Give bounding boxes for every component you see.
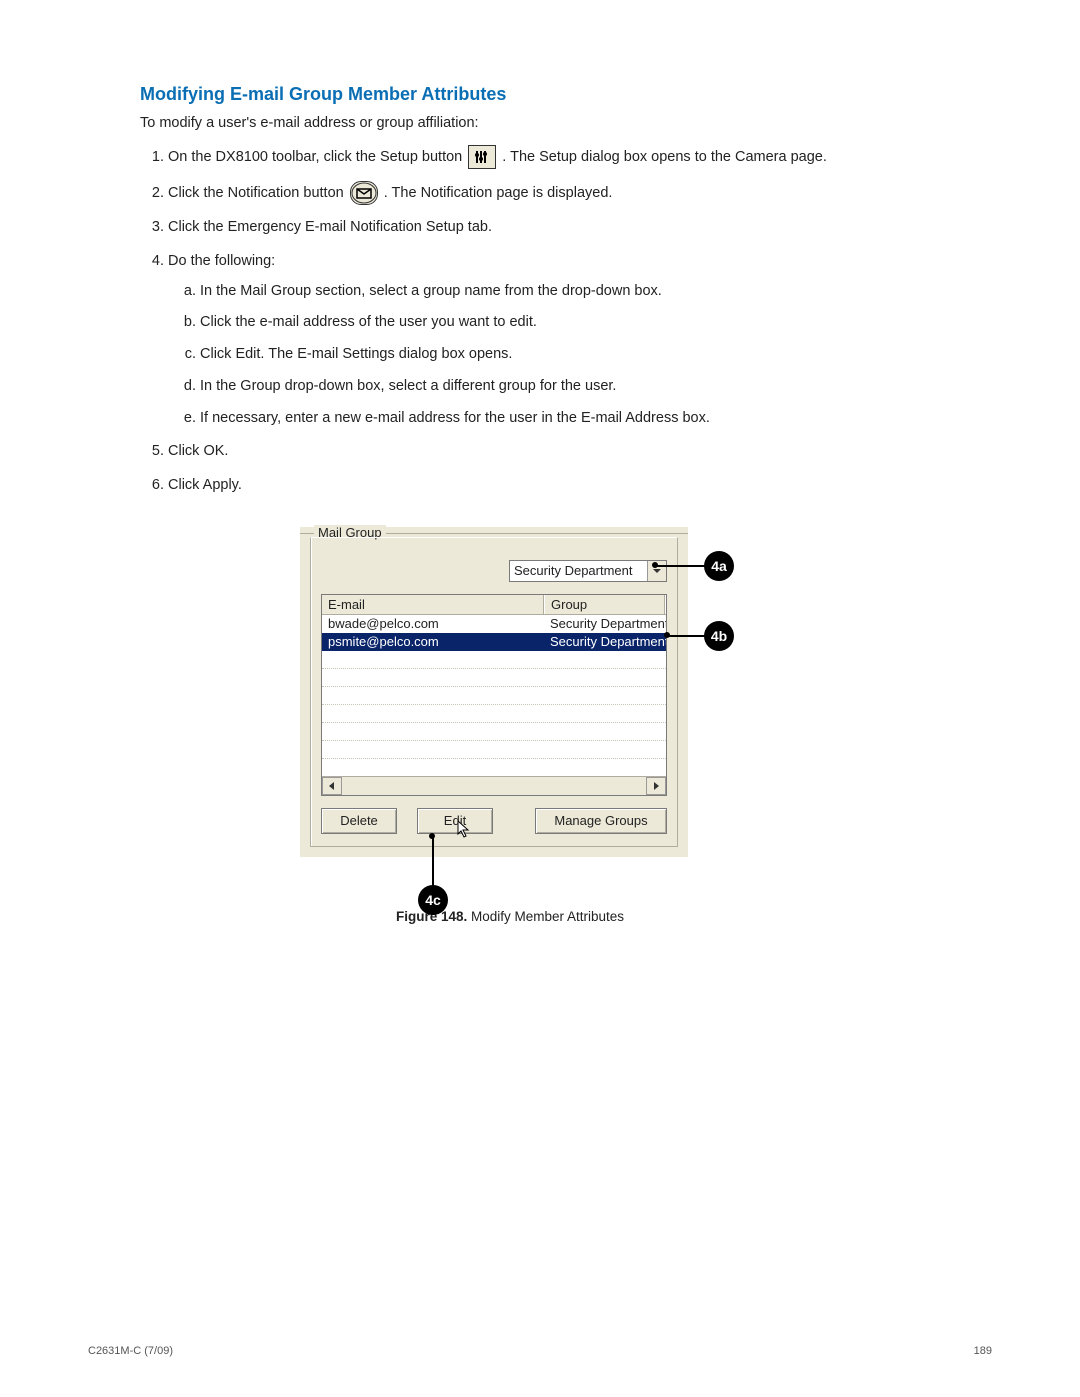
callout-dot: [664, 632, 670, 638]
manage-groups-button[interactable]: Manage Groups: [535, 808, 667, 834]
step-2-text-b: . The Notification page is displayed.: [384, 185, 613, 201]
callout-dot: [429, 833, 435, 839]
step-1-text-a: On the DX8100 toolbar, click the Setup b…: [168, 149, 462, 165]
delete-button[interactable]: Delete: [321, 808, 397, 834]
section-heading: Modifying E-mail Group Member Attributes: [140, 84, 960, 105]
step-5: Click OK.: [168, 441, 960, 463]
figure-148: Mail Group Security Department E-mail Gr…: [300, 527, 760, 924]
cell-group: Security Department: [544, 616, 666, 631]
notification-icon: [350, 181, 378, 205]
step-4e: If necessary, enter a new e-mail address…: [200, 408, 960, 430]
step-4: Do the following: In the Mail Group sect…: [168, 251, 960, 430]
step-6: Click Apply.: [168, 475, 960, 497]
step-1: On the DX8100 toolbar, click the Setup b…: [168, 145, 960, 169]
button-row: Delete Edit Manage Groups: [321, 808, 667, 834]
group-dropdown[interactable]: Security Department: [509, 560, 667, 582]
step-3: Click the Emergency E-mail Notification …: [168, 217, 960, 239]
cell-email: psmite@pelco.com: [322, 634, 544, 649]
callout-4b: 4b: [704, 621, 734, 651]
intro-text: To modify a user's e-mail address or gro…: [140, 115, 960, 131]
email-listbox[interactable]: E-mail Group bwade@pelco.com Security De…: [321, 594, 667, 796]
col-group[interactable]: Group: [545, 595, 666, 614]
cell-email: bwade@pelco.com: [322, 616, 544, 631]
step-4c: Click Edit. The E-mail Settings dialog b…: [200, 344, 960, 366]
figure-caption: Figure 148. Modify Member Attributes: [300, 909, 720, 924]
page-footer: C2631M-C (7/09) 189: [88, 1345, 992, 1357]
callout-4c: 4c: [418, 885, 448, 915]
table-row[interactable]: psmite@pelco.com Security Department: [322, 633, 666, 651]
footer-doc-id: C2631M-C (7/09): [88, 1345, 173, 1357]
step-1-text-b: . The Setup dialog box opens to the Came…: [502, 149, 827, 165]
footer-page-number: 189: [974, 1345, 992, 1357]
setup-icon: [468, 145, 496, 169]
callout-line: [668, 635, 706, 637]
step-4-text: Do the following:: [168, 253, 275, 269]
callout-line: [656, 565, 706, 567]
step-4d: In the Group drop-down box, select a dif…: [200, 376, 960, 398]
figure-caption-text: Modify Member Attributes: [467, 909, 624, 924]
list-rows: bwade@pelco.com Security Department psmi…: [322, 615, 666, 777]
col-email[interactable]: E-mail: [322, 595, 545, 614]
step-4b: Click the e-mail address of the user you…: [200, 312, 960, 334]
scroll-left-icon[interactable]: [322, 777, 342, 795]
sub-steps: In the Mail Group section, select a grou…: [168, 281, 960, 430]
horizontal-scrollbar[interactable]: [322, 776, 666, 795]
steps-list: On the DX8100 toolbar, click the Setup b…: [140, 145, 960, 497]
callout-4a: 4a: [704, 551, 734, 581]
step-2: Click the Notification button . The Noti…: [168, 181, 960, 205]
step-4a: In the Mail Group section, select a grou…: [200, 281, 960, 303]
dropdown-value: Security Department: [514, 563, 633, 578]
edit-button[interactable]: Edit: [417, 808, 493, 834]
callout-line: [432, 837, 434, 887]
list-header: E-mail Group: [322, 595, 666, 615]
scroll-right-icon[interactable]: [646, 777, 666, 795]
table-row[interactable]: bwade@pelco.com Security Department: [322, 615, 666, 633]
step-2-text-a: Click the Notification button: [168, 185, 344, 201]
callout-dot: [652, 562, 658, 568]
mail-group-panel: Mail Group Security Department E-mail Gr…: [300, 527, 688, 857]
cell-group: Security Department: [544, 634, 666, 649]
